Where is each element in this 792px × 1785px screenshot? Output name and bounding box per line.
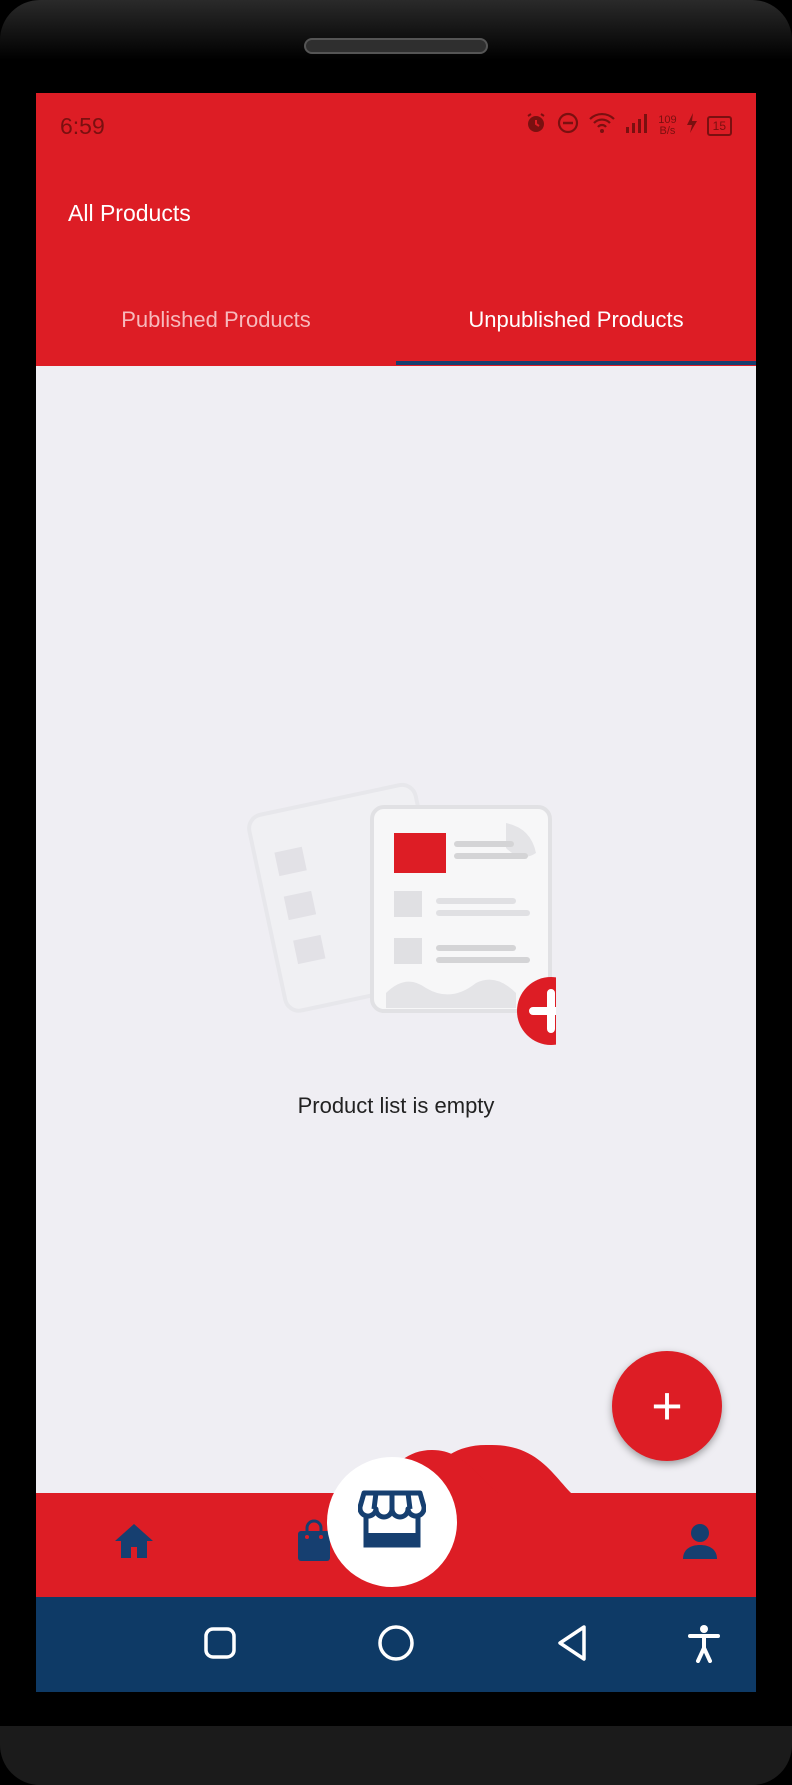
page-title: All Products bbox=[68, 200, 191, 226]
device-frame: 6:59 109 B/s 15 All Products Published P… bbox=[0, 0, 792, 1785]
status-icons: 109 B/s 15 bbox=[524, 111, 732, 141]
battery-level: 15 bbox=[706, 116, 732, 136]
home-system-button[interactable] bbox=[372, 1621, 420, 1669]
nav-store-button[interactable] bbox=[327, 1457, 457, 1587]
signal-icon bbox=[624, 111, 650, 141]
recents-button[interactable] bbox=[196, 1621, 244, 1669]
status-time: 6:59 bbox=[60, 113, 105, 139]
empty-products-illustration bbox=[236, 763, 585, 1053]
empty-state-message: Product list is empty bbox=[297, 1093, 495, 1118]
charging-icon bbox=[685, 111, 699, 141]
do-not-disturb-icon bbox=[556, 111, 580, 141]
accessibility-icon bbox=[686, 1623, 722, 1668]
accessibility-button[interactable] bbox=[680, 1621, 728, 1669]
network-speed: 109 B/s bbox=[658, 115, 676, 137]
person-icon bbox=[680, 1521, 720, 1566]
back-button[interactable] bbox=[548, 1621, 596, 1669]
wifi-icon bbox=[588, 111, 616, 141]
network-speed-unit: B/s bbox=[659, 125, 676, 137]
home-circle-icon bbox=[376, 1623, 416, 1668]
alarm-icon bbox=[524, 111, 548, 141]
device-bottom-bezel bbox=[0, 1726, 792, 1785]
recents-icon bbox=[202, 1625, 238, 1666]
storefront-icon bbox=[357, 1489, 427, 1556]
phone-screen: 6:59 109 B/s 15 All Products Published P… bbox=[36, 93, 756, 1692]
back-icon bbox=[554, 1623, 590, 1668]
speaker-grille bbox=[304, 38, 488, 54]
tab-selected-indicator bbox=[396, 361, 756, 365]
tab-unpublished-products[interactable]: Unpublished Products bbox=[396, 273, 756, 366]
home-icon bbox=[112, 1521, 156, 1566]
nav-profile[interactable] bbox=[670, 1513, 730, 1573]
nav-home[interactable] bbox=[104, 1513, 164, 1573]
app-bar: 6:59 109 B/s 15 All Products Published P… bbox=[36, 93, 756, 366]
tab-published-products[interactable]: Published Products bbox=[36, 273, 396, 366]
